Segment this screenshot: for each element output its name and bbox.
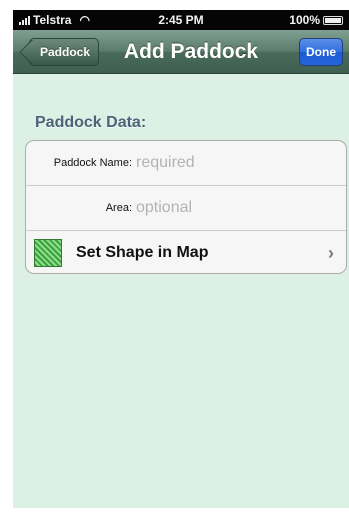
paddock-name-label: Paddock Name: — [53, 157, 132, 169]
form-content: Paddock Data: Paddock Name: Area: Set Sh… — [13, 74, 349, 508]
battery-percent: 100% — [289, 13, 320, 27]
chevron-right-icon: › — [328, 243, 334, 263]
paddock-data-group: Paddock Name: Area: Set Shape in Map › — [25, 140, 347, 274]
page-title: Add Paddock — [123, 40, 259, 63]
set-shape-row[interactable]: Set Shape in Map › — [26, 231, 346, 273]
area-label: Area: — [105, 202, 132, 214]
navigation-bar: Paddock Add Paddock Done — [13, 30, 349, 74]
done-button[interactable]: Done — [299, 38, 343, 66]
paddock-name-input[interactable] — [136, 151, 326, 175]
polygon-shape-icon — [34, 239, 62, 267]
section-header: Paddock Data: — [35, 114, 147, 131]
status-bar: Telstra ◠ 2:45 PM 100% — [13, 10, 349, 30]
battery-info: 100% — [289, 13, 343, 27]
area-input[interactable] — [136, 196, 326, 220]
area-row[interactable]: Area: — [26, 186, 346, 231]
paddock-name-row[interactable]: Paddock Name: — [26, 141, 346, 186]
phone-screen: Telstra ◠ 2:45 PM 100% Paddock Add Paddo… — [13, 10, 349, 508]
set-shape-label: Set Shape in Map — [76, 244, 209, 261]
battery-icon — [323, 15, 343, 25]
back-button-label: Paddock — [40, 45, 91, 59]
back-button[interactable]: Paddock — [29, 38, 100, 66]
